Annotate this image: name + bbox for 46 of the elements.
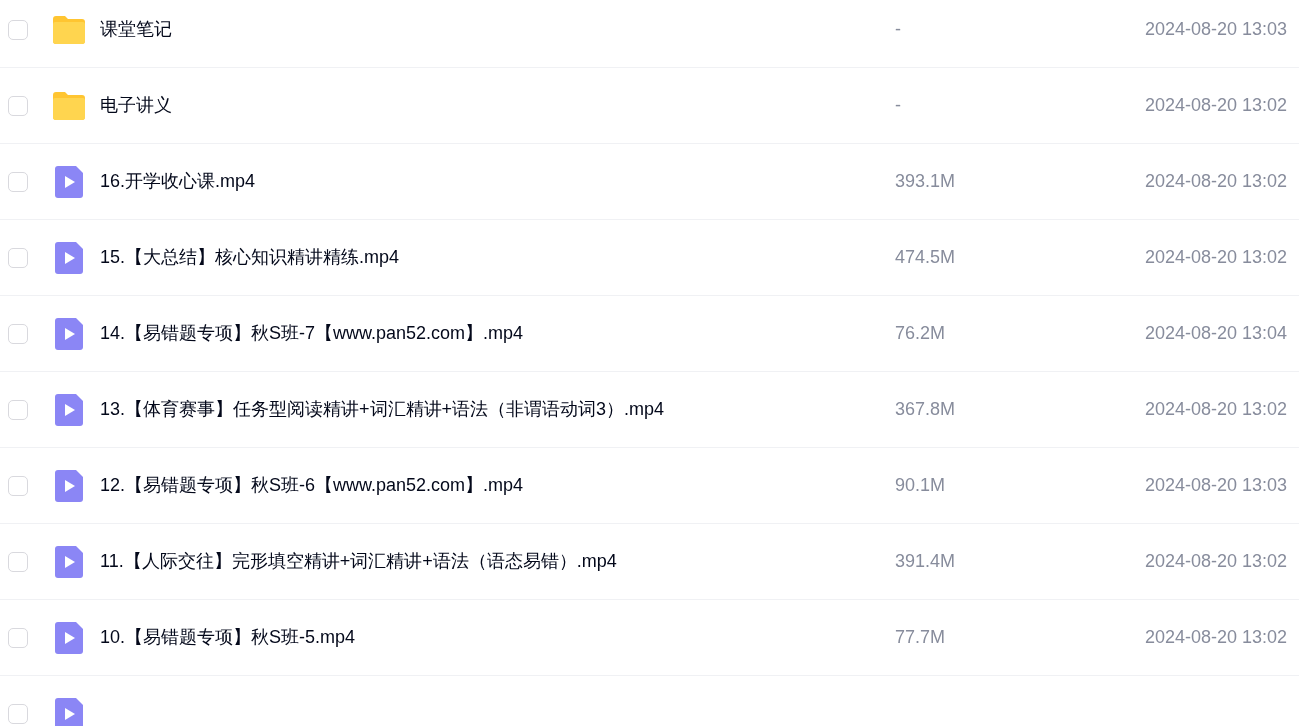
checkbox[interactable] (8, 19, 28, 40)
checkbox[interactable] (8, 399, 28, 420)
file-name[interactable]: 课堂笔记 (100, 19, 172, 39)
modified-date: 2024-08-20 13:02 (1144, 171, 1287, 191)
file-name[interactable]: 15.【大总结】核心知识精讲精练.mp4 (100, 247, 400, 267)
file-name[interactable]: 14.【易错题专项】秋S班-7【www.pan52.com】.mp4 (100, 323, 524, 343)
video-file-icon (55, 317, 83, 350)
checkbox[interactable] (8, 247, 28, 268)
file-size: 474.5M (895, 247, 956, 267)
checkbox[interactable] (8, 475, 28, 496)
video-file-icon (55, 621, 83, 654)
file-name[interactable]: 10.【易错题专项】秋S班-5.mp4 (100, 627, 356, 647)
modified-date: 2024-08-20 13:02 (1144, 247, 1287, 267)
file-size: 367.8M (895, 399, 956, 419)
modified-date: 2024-08-20 13:02 (1144, 627, 1287, 647)
checkbox[interactable] (8, 323, 28, 344)
folder-icon (51, 90, 87, 121)
file-name[interactable]: 12.【易错题专项】秋S班-6【www.pan52.com】.mp4 (100, 475, 524, 495)
modified-date: 2024-08-20 13:02 (1144, 95, 1287, 115)
checkbox[interactable] (8, 95, 28, 116)
modified-date: 2024-08-20 13:02 (1144, 551, 1287, 571)
file-size: 90.1M (895, 475, 946, 495)
video-file-icon (55, 469, 83, 502)
file-size: - (895, 95, 901, 115)
checkbox[interactable] (8, 171, 28, 192)
checkbox[interactable] (8, 703, 28, 724)
modified-date: 2024-08-20 13:03 (1144, 475, 1287, 495)
folder-icon (51, 14, 87, 45)
file-name[interactable]: 16.开学收心课.mp4 (100, 171, 256, 191)
file-name[interactable]: 电子讲义 (100, 95, 172, 115)
video-file-icon (55, 393, 83, 426)
video-file-icon (55, 165, 83, 198)
file-name[interactable]: 11.【人际交往】完形填空精讲+词汇精讲+语法（语态易错）.mp4 (100, 551, 617, 571)
file-size: 77.7M (895, 627, 946, 647)
modified-date: 2024-08-20 13:02 (1144, 399, 1287, 419)
modified-date: 2024-08-20 13:03 (1144, 19, 1287, 39)
video-file-icon (55, 545, 83, 578)
file-size: 76.2M (895, 323, 946, 343)
modified-date: 2024-08-20 13:04 (1144, 323, 1287, 343)
video-file-icon (55, 241, 83, 274)
checkbox[interactable] (8, 627, 28, 648)
file-size: 391.4M (895, 551, 956, 571)
file-size: - (895, 19, 901, 39)
file-size: 393.1M (895, 171, 956, 191)
checkbox[interactable] (8, 551, 28, 572)
file-name[interactable]: 13.【体育赛事】任务型阅读精讲+词汇精讲+语法（非谓语动词3）.mp4 (100, 399, 665, 419)
